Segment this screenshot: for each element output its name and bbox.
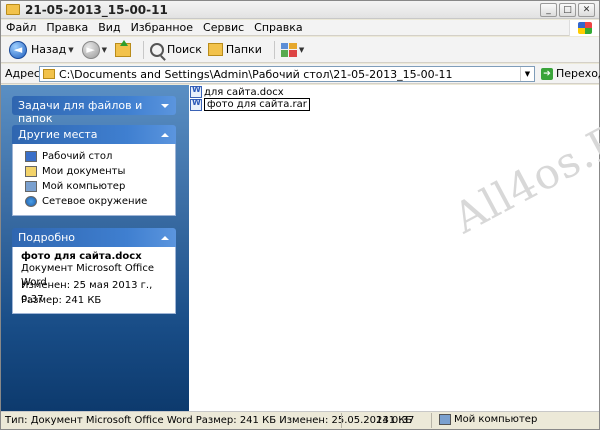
network-icon	[25, 196, 37, 207]
place-my-documents[interactable]: Мои документы	[13, 164, 175, 179]
minimize-button[interactable]: _	[540, 3, 557, 17]
forward-button[interactable]: ► ▼	[81, 40, 109, 59]
forward-dropdown-icon[interactable]: ▼	[102, 46, 107, 54]
toolbar-separator	[273, 40, 275, 59]
status-location-label: Мой компьютер	[454, 414, 538, 425]
tasks-title: Задачи для файлов и папок	[18, 99, 143, 125]
my-documents-icon	[25, 166, 37, 177]
desktop-icon	[25, 151, 37, 162]
task-pane: Задачи для файлов и папок Другие места Р…	[1, 85, 189, 411]
rename-input[interactable]: фото для сайта.rar	[204, 98, 310, 111]
details-title: Подробно	[18, 231, 76, 244]
detail-modified: Изменен: 25 мая 2013 г., 0:37	[21, 280, 153, 305]
explorer-window: 21-05-2013_15-00-11 _ □ ✕ Файл Правка Ви…	[0, 0, 600, 430]
windows-flag-icon	[578, 22, 592, 34]
status-size: 241 КБ	[376, 415, 413, 426]
places-panel: Рабочий стол Мои документы Мой компьютер…	[12, 144, 176, 216]
detail-file-type: Документ Microsoft Office Word	[21, 263, 155, 288]
menu-file[interactable]: Файл	[1, 20, 41, 35]
maximize-button[interactable]: □	[559, 3, 576, 17]
menu-view[interactable]: Вид	[93, 20, 125, 35]
folder-icon	[6, 4, 20, 15]
forward-arrow-icon: ►	[81, 40, 100, 59]
address-value: C:\Documents and Settings\Admin\Рабочий …	[59, 68, 453, 81]
place-label: Мои документы	[42, 166, 126, 177]
place-label: Сетевое окружение	[42, 196, 148, 207]
status-divider	[431, 413, 432, 428]
title-bar: 21-05-2013_15-00-11 _ □ ✕	[1, 1, 599, 19]
details-panel-header[interactable]: Подробно	[12, 228, 176, 247]
go-label: Переход	[556, 67, 600, 80]
place-label: Рабочий стол	[42, 151, 113, 162]
places-panel-header[interactable]: Другие места	[12, 125, 176, 144]
windows-logo-area	[569, 20, 599, 36]
menu-tools[interactable]: Сервис	[198, 20, 249, 35]
folder-icon	[43, 69, 55, 79]
folders-label: Папки	[225, 43, 262, 56]
places-title: Другие места	[18, 128, 98, 141]
search-label: Поиск	[167, 43, 202, 56]
views-dropdown-icon[interactable]: ▼	[299, 46, 304, 54]
window-title: 21-05-2013_15-00-11	[25, 3, 168, 17]
close-button[interactable]: ✕	[578, 3, 595, 17]
file-list-area[interactable]: All4os.RU для сайта.docx фото для сайта.…	[189, 85, 600, 411]
back-button[interactable]: ◄ Назад ▼	[9, 40, 76, 59]
computer-icon	[25, 181, 37, 192]
toolbar-separator	[143, 40, 144, 59]
place-network[interactable]: Сетевое окружение	[13, 194, 175, 209]
place-label: Мой компьютер	[42, 181, 126, 192]
word-doc-icon	[190, 98, 202, 111]
back-label: Назад	[31, 43, 67, 56]
watermark-text: All4os.RU	[445, 96, 600, 243]
status-location: Мой компьютер	[439, 414, 537, 425]
status-bar: Тип: Документ Microsoft Office Word Разм…	[1, 411, 599, 429]
detail-file-name: фото для сайта.docx	[21, 251, 142, 262]
address-label: Адрес:	[5, 67, 44, 80]
menu-bar: Файл Правка Вид Избранное Сервис Справка	[1, 20, 599, 36]
back-dropdown-icon[interactable]: ▼	[68, 46, 73, 54]
menu-help[interactable]: Справка	[249, 20, 307, 35]
search-icon	[150, 42, 164, 57]
address-bar: Адрес: C:\Documents and Settings\Admin\Р…	[1, 64, 600, 84]
expand-chevron-icon[interactable]	[160, 101, 170, 111]
back-arrow-icon: ◄	[9, 40, 27, 59]
detail-size: Размер: 241 КБ	[21, 295, 102, 306]
views-button[interactable]: ▼	[280, 42, 306, 57]
menu-favorites[interactable]: Избранное	[126, 20, 198, 35]
computer-icon	[439, 414, 451, 425]
search-button[interactable]: Поиск	[150, 42, 202, 57]
status-divider	[341, 413, 342, 428]
word-doc-icon	[190, 85, 202, 98]
file-item[interactable]: для сайта.docx	[190, 85, 284, 98]
file-item[interactable]: фото для сайта.rar	[190, 98, 310, 111]
views-icon	[280, 42, 297, 57]
status-info: Тип: Документ Microsoft Office Word Разм…	[5, 415, 415, 426]
details-panel: фото для сайта.docx Документ Microsoft O…	[12, 247, 176, 314]
place-my-computer[interactable]: Мой компьютер	[13, 179, 175, 194]
folder-up-icon	[115, 39, 131, 57]
folders-icon	[207, 43, 223, 56]
tasks-panel-header[interactable]: Задачи для файлов и папок	[12, 96, 176, 125]
up-button[interactable]	[115, 39, 131, 57]
menu-edit[interactable]: Правка	[41, 20, 93, 35]
place-desktop[interactable]: Рабочий стол	[13, 149, 175, 164]
go-button[interactable]: ➔ Переход	[541, 67, 600, 80]
folders-button[interactable]: Папки	[207, 43, 262, 56]
address-input[interactable]: C:\Documents and Settings\Admin\Рабочий …	[39, 66, 535, 82]
collapse-chevron-icon[interactable]	[160, 233, 170, 243]
go-arrow-icon: ➔	[541, 67, 553, 80]
collapse-chevron-icon[interactable]	[160, 130, 170, 140]
toolbar: ◄ Назад ▼ ► ▼ Поиск Папки ▼	[1, 37, 599, 63]
file-name: для сайта.docx	[204, 86, 284, 98]
address-dropdown-icon[interactable]: ▼	[520, 67, 534, 81]
